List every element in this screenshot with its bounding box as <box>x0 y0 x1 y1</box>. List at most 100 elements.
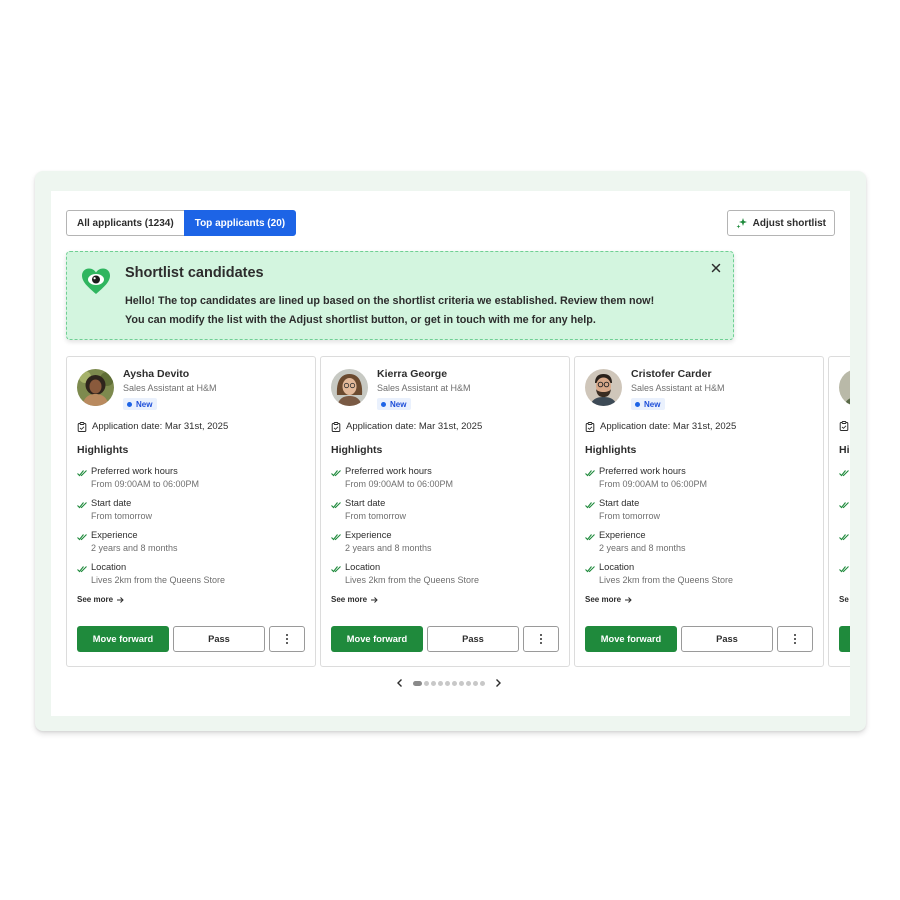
double-check-icon <box>331 566 341 573</box>
banner-message: Hello! The top candidates are lined up b… <box>125 292 725 330</box>
pagination-dot[interactable] <box>445 680 450 686</box>
double-check-icon <box>585 566 595 573</box>
clipboard-icon <box>77 421 87 432</box>
adjust-shortlist-label: Adjust shortlist <box>752 217 826 229</box>
pagination-dot[interactable] <box>438 680 443 686</box>
badge-label: New <box>644 399 661 409</box>
more-options-button[interactable] <box>777 626 813 652</box>
move-forward-button[interactable]: Move forward <box>585 626 677 652</box>
candidate-card[interactable]: Cristofer Carder Sales Assistant at H&M … <box>574 356 824 667</box>
clipboard-icon <box>585 421 595 432</box>
previous-button[interactable] <box>395 678 405 688</box>
pagination-dot[interactable] <box>424 680 429 686</box>
see-more-link[interactable]: See more <box>331 595 378 604</box>
see-more-link[interactable]: See more <box>585 595 632 604</box>
status-badge: New <box>631 398 666 410</box>
see-more-link[interactable]: See more <box>77 595 124 604</box>
more-options-button[interactable] <box>523 626 559 652</box>
highlight-label: Start date <box>91 498 132 508</box>
see-more-link[interactable]: Se <box>839 595 849 604</box>
candidate-name: Kierra George <box>377 368 448 380</box>
highlight-label: Location <box>345 562 381 572</box>
avatar <box>839 369 850 406</box>
arrow-right-icon <box>625 596 632 603</box>
status-badge: New <box>123 398 158 410</box>
shortlist-banner: Shortlist candidates Hello! The top cand… <box>66 251 734 340</box>
pass-button[interactable]: Pass <box>173 626 265 652</box>
candidate-name: Cristofer Carder <box>631 368 712 380</box>
application-date: Application date: Mar 31st, 2025 <box>77 421 228 432</box>
highlight-label: Location <box>599 562 635 572</box>
badge-label: New <box>390 399 407 409</box>
highlight-value: From 09:00AM to 06:00PM <box>345 479 454 489</box>
pagination-dot[interactable] <box>473 680 478 686</box>
chevron-right-icon <box>496 679 501 687</box>
double-check-icon <box>331 502 341 509</box>
see-more-label: See more <box>585 595 622 604</box>
pagination-dot[interactable] <box>452 680 457 686</box>
highlight-label: Preferred work hours <box>91 466 178 476</box>
app-frame: All applicants (1234) Top applicants (20… <box>35 171 866 731</box>
candidate-card-partial[interactable]: Hi Se <box>828 356 850 667</box>
highlights-heading: Hi <box>839 444 850 456</box>
status-badge: New <box>377 398 412 410</box>
highlight-label: Experience <box>599 530 646 540</box>
pagination-dot[interactable] <box>459 680 464 686</box>
highlight-label: Preferred work hours <box>345 466 432 476</box>
avatar <box>585 369 622 406</box>
application-date-label: Application date: Mar 31st, 2025 <box>92 421 229 432</box>
close-icon[interactable] <box>709 261 723 275</box>
move-forward-button[interactable]: Move forward <box>331 626 423 652</box>
highlight-value: 2 years and 8 months <box>599 543 686 553</box>
double-check-icon <box>839 470 849 477</box>
arrow-right-icon <box>371 596 378 603</box>
pagination-dot[interactable] <box>466 680 471 686</box>
pass-button[interactable]: Pass <box>427 626 519 652</box>
carousel-pagination <box>395 678 503 688</box>
highlight-value: From 09:00AM to 06:00PM <box>599 479 708 489</box>
double-check-icon <box>839 566 849 573</box>
candidate-card[interactable]: Kierra George Sales Assistant at H&M New… <box>320 356 570 667</box>
double-check-icon <box>77 534 87 541</box>
highlight-value: 2 years and 8 months <box>91 543 178 553</box>
application-date-label: Application date: Mar 31st, 2025 <box>600 421 737 432</box>
banner-line-1: Hello! The top candidates are lined up b… <box>125 295 655 307</box>
highlight-value: From tomorrow <box>345 511 407 521</box>
pagination-dot[interactable] <box>480 680 485 686</box>
double-check-icon <box>585 470 595 477</box>
tab-all-applicants[interactable]: All applicants (1234) <box>66 210 184 236</box>
main-panel: All applicants (1234) Top applicants (20… <box>51 191 850 716</box>
move-forward-button[interactable] <box>839 626 850 652</box>
double-check-icon <box>77 470 87 477</box>
application-date-label: Application date: Mar 31st, 2025 <box>346 421 483 432</box>
candidate-card[interactable]: Aysha Devito Sales Assistant at H&M New … <box>66 356 316 667</box>
next-button[interactable] <box>493 678 503 688</box>
highlight-value: 2 years and 8 months <box>345 543 432 553</box>
tab-top-applicants[interactable]: Top applicants (20) <box>183 210 297 236</box>
pass-button[interactable]: Pass <box>681 626 773 652</box>
highlight-label: Start date <box>599 498 640 508</box>
more-options-button[interactable] <box>269 626 305 652</box>
avatar <box>77 369 114 406</box>
clipboard-icon <box>839 421 849 431</box>
highlights-heading: Highlights <box>77 444 129 456</box>
double-check-icon <box>839 534 849 541</box>
pagination-dot-active[interactable] <box>413 680 422 686</box>
banner-title: Shortlist candidates <box>125 265 264 281</box>
highlight-label: Experience <box>91 530 138 540</box>
candidate-role: Sales Assistant at H&M <box>377 383 471 393</box>
dot-icon <box>127 401 132 407</box>
double-check-icon <box>77 566 87 573</box>
highlight-value: From 09:00AM to 06:00PM <box>91 479 200 489</box>
kebab-menu-icon <box>540 634 542 644</box>
highlight-label: Start date <box>345 498 386 508</box>
double-check-icon <box>77 502 87 509</box>
move-forward-button[interactable]: Move forward <box>77 626 169 652</box>
highlight-label: Location <box>91 562 127 572</box>
pagination-dot[interactable] <box>431 680 436 686</box>
double-check-icon <box>585 502 595 509</box>
clipboard-icon <box>331 421 341 432</box>
highlight-value: From tomorrow <box>599 511 661 521</box>
adjust-shortlist-button[interactable]: Adjust shortlist <box>726 210 835 236</box>
kebab-menu-icon <box>794 634 796 644</box>
